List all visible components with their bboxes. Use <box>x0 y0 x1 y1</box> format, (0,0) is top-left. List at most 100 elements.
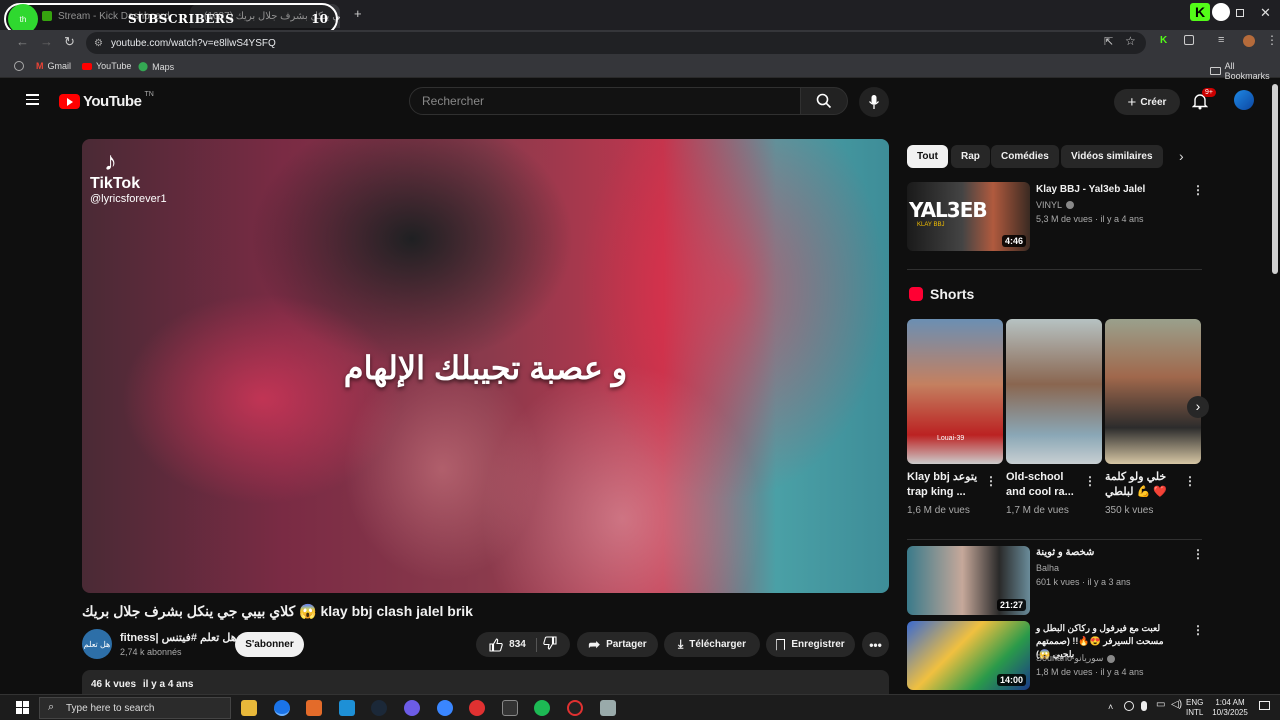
kick-extension-icon[interactable]: K <box>1160 35 1167 46</box>
bookmark-star-icon[interactable]: ☆ <box>1125 34 1136 48</box>
short-title[interactable]: Klay bbj يتوعد trap king ... <box>907 470 985 500</box>
apps-icon[interactable] <box>14 61 24 71</box>
related-video-channel[interactable]: Souriano سوريانو <box>1036 653 1116 664</box>
lang-layout: INTL <box>1186 708 1204 717</box>
network-icon[interactable]: ▭ <box>1156 700 1165 710</box>
volume-icon[interactable]: ◁) <box>1171 700 1182 710</box>
chip-similar-videos[interactable]: Vidéos similaires <box>1061 145 1163 168</box>
account-avatar[interactable] <box>1234 90 1254 110</box>
search-button[interactable] <box>800 87 848 115</box>
verified-icon <box>1107 654 1116 663</box>
chip-all[interactable]: Tout <box>907 145 948 168</box>
bookmark-label: Gmail <box>47 61 72 71</box>
restore-window-icon[interactable] <box>1236 9 1244 17</box>
clock[interactable]: 1:04 AM 10/3/2025 <box>1210 698 1250 718</box>
app-icon[interactable] <box>306 700 322 716</box>
reload-icon[interactable]: ↻ <box>64 34 75 50</box>
chrome-icon[interactable] <box>274 700 290 716</box>
media-controls-icon[interactable]: ≡ <box>1218 34 1224 46</box>
related-video-thumbnail[interactable]: 14:00 <box>907 621 1030 690</box>
app-icon[interactable] <box>469 700 485 716</box>
related-video-channel[interactable]: Balha <box>1036 563 1059 573</box>
shorts-next-icon[interactable]: › <box>1187 396 1209 418</box>
app-icon[interactable] <box>339 700 355 716</box>
more-options-icon[interactable]: ⋮ <box>1192 183 1204 197</box>
more-options-icon[interactable]: ⋮ <box>985 474 997 488</box>
close-window-icon[interactable]: ✕ <box>1260 5 1271 21</box>
video-player[interactable]: ♪ TikTok @lyricsforever1 و عصبة تجيبلك ا… <box>82 139 889 593</box>
shorts-icon <box>909 287 923 301</box>
language-indicator[interactable]: ENG INTL <box>1186 698 1203 718</box>
more-options-icon[interactable]: ⋮ <box>1192 547 1204 561</box>
spotify-icon[interactable] <box>534 700 550 716</box>
app-icon[interactable] <box>437 700 453 716</box>
hamburger-menu-icon[interactable] <box>26 94 39 105</box>
extensions-icon[interactable] <box>1184 35 1194 45</box>
back-icon[interactable]: ← <box>16 34 29 49</box>
download-button[interactable]: ⤓ Télécharger <box>664 632 760 657</box>
youtube-logo[interactable]: YouTube TN <box>59 91 154 110</box>
bookmark-label: Maps <box>152 61 175 72</box>
save-button[interactable]: Enregistrer <box>766 632 855 657</box>
share-icon: ➦ <box>588 636 601 652</box>
bookmark-gmail[interactable]: M Gmail <box>36 61 71 71</box>
browser-menu-icon[interactable]: ⋮ <box>1266 33 1278 47</box>
url-text: youtube.com/watch?v=e8llwS4YSFQ <box>110 37 276 49</box>
related-video-title[interactable]: شخصة و ثوينة <box>1036 546 1186 560</box>
chip-comedies[interactable]: Comédies <box>991 145 1059 168</box>
short-views: 350 k vues <box>1105 505 1154 516</box>
bookmark-maps[interactable]: ⬤ Maps <box>138 61 174 72</box>
windows-start-icon[interactable] <box>16 701 29 714</box>
forward-icon[interactable]: → <box>40 34 53 49</box>
voice-search-button[interactable] <box>859 87 889 117</box>
taskbar-search-input[interactable]: ⌕ Type here to search <box>39 697 231 719</box>
short-title[interactable]: Old-school and cool ra... <box>1006 470 1084 500</box>
notifications-center-icon[interactable] <box>1259 701 1270 710</box>
related-video-channel[interactable]: VINYL <box>1036 200 1075 210</box>
page-scrollbar[interactable] <box>1272 84 1278 274</box>
site-info-icon[interactable]: ⚙ <box>94 38 103 49</box>
discord-icon[interactable] <box>404 700 420 716</box>
short-views: 1,7 M de vues <box>1006 505 1069 516</box>
obs-icon[interactable] <box>567 700 583 716</box>
notifications-button[interactable]: 9+ <box>1191 88 1216 115</box>
short-thumbnail[interactable] <box>1006 319 1102 464</box>
more-options-icon[interactable]: ⋮ <box>1192 623 1204 637</box>
chips-next-icon[interactable]: › <box>1179 148 1184 164</box>
create-button[interactable]: + Créer <box>1114 89 1180 115</box>
url-field[interactable]: ⚙ youtube.com/watch?v=e8llwS4YSFQ <box>86 32 1146 54</box>
microphone-tray-icon[interactable] <box>1141 701 1147 711</box>
app-icon[interactable] <box>600 700 616 716</box>
chip-rap[interactable]: Rap <box>951 145 990 168</box>
all-bookmarks[interactable]: All Bookmarks <box>1210 61 1280 81</box>
related-video-thumbnail[interactable]: 21:27 <box>907 546 1030 615</box>
profile-avatar[interactable] <box>1243 35 1255 47</box>
bookmark-youtube[interactable]: YouTube <box>82 61 131 71</box>
short-thumbnail[interactable] <box>1105 319 1201 464</box>
download-icon: ⤓ <box>677 637 684 651</box>
search-icon: ⌕ <box>48 701 55 713</box>
steam-icon[interactable] <box>371 700 387 716</box>
install-app-icon[interactable]: ⇱ <box>1104 35 1113 48</box>
short-title[interactable]: خلي ولو كلمة لبلطي 💪 ❤️ <box>1105 470 1183 500</box>
short-thumbnail[interactable]: Louai-39 <box>907 319 1003 464</box>
shorts-heading: Shorts <box>930 286 975 302</box>
like-button[interactable]: 834 <box>489 637 537 652</box>
search-input[interactable]: Rechercher <box>409 87 801 115</box>
more-actions-button[interactable]: ••• <box>862 632 889 657</box>
subscribe-button[interactable]: S'abonner <box>235 632 304 657</box>
description-box[interactable]: 46 k vues il y a 4 ans <box>82 670 889 694</box>
app-icon[interactable] <box>502 700 518 716</box>
new-tab-button[interactable]: + <box>354 6 362 21</box>
tray-expand-icon[interactable]: ˄ <box>1108 702 1113 712</box>
dislike-button[interactable] <box>543 636 557 653</box>
related-video-title[interactable]: Klay BBJ - Yal3eb Jalel <box>1036 183 1186 197</box>
more-options-icon[interactable]: ⋮ <box>1084 474 1096 488</box>
file-explorer-icon[interactable] <box>241 700 257 716</box>
more-options-icon[interactable]: ⋮ <box>1184 474 1196 488</box>
share-button[interactable]: ➦ Partager <box>577 632 658 657</box>
related-video-thumbnail[interactable]: YAL3EB KLAY BBJ 4:46 <box>907 182 1030 251</box>
tray-app-icon[interactable] <box>1124 701 1134 711</box>
channel-avatar[interactable]: هل تعلم <box>82 629 112 659</box>
channel-name[interactable]: fitness| هل تعلم #فيتنس <box>120 631 237 644</box>
